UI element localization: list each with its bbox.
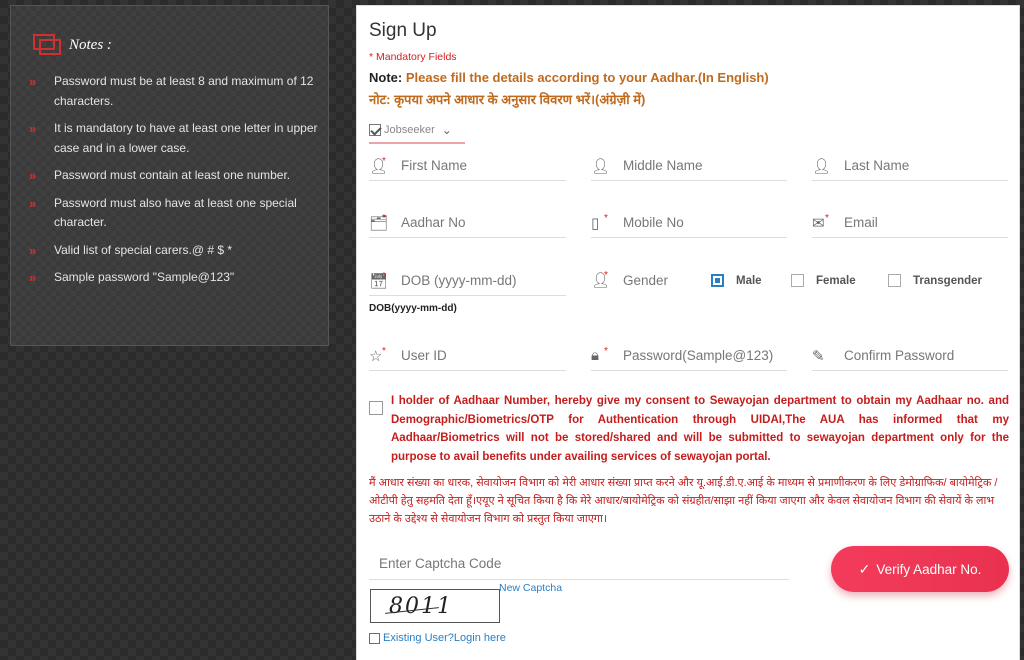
aadhar-field[interactable]: 🗂︎ * Aadhar No bbox=[369, 208, 566, 238]
radio-unselected[interactable] bbox=[791, 274, 804, 287]
notes-title: Notes : bbox=[69, 36, 112, 53]
first-name-field[interactable]: 👤︎ * First Name bbox=[369, 151, 566, 181]
calendar-icon: 📅︎ * bbox=[369, 270, 389, 290]
edit-icon bbox=[369, 632, 380, 644]
user-id-field[interactable]: ☆ * User ID bbox=[369, 341, 566, 371]
consent-text-english: I holder of Aadhaar Number, hereby give … bbox=[391, 395, 1009, 463]
envelope-icon: ✉︎ * bbox=[812, 212, 829, 232]
check-icon: ✓ bbox=[858, 560, 871, 577]
new-captcha-link[interactable]: New Captcha bbox=[499, 582, 562, 594]
checkbox-icon bbox=[369, 124, 381, 136]
role-dropdown[interactable]: Jobseeker ⌄ bbox=[369, 118, 465, 144]
note-item: » It is mandatory to have at least one le… bbox=[29, 119, 324, 158]
chevron-right-icon: » bbox=[29, 168, 37, 183]
note-item: » Password must also have at least one sp… bbox=[29, 194, 324, 233]
form-title: Sign Up bbox=[369, 20, 437, 41]
mobile-field[interactable]: ▯ * Mobile No bbox=[591, 208, 787, 238]
radio-unselected[interactable] bbox=[888, 274, 901, 287]
notes-icon bbox=[33, 34, 63, 56]
user-icon: 👤︎ bbox=[591, 157, 611, 175]
captcha-image: 8011 bbox=[370, 589, 500, 623]
gender-female-option[interactable]: Female bbox=[791, 274, 856, 287]
user-icon: 👤︎ * bbox=[591, 270, 611, 289]
middle-name-field[interactable]: 👤︎ Middle Name bbox=[591, 151, 787, 181]
id-card-icon: 🗂︎ * bbox=[369, 212, 389, 232]
consent-checkbox[interactable] bbox=[369, 401, 383, 415]
email-field[interactable]: ✉︎ * Email bbox=[812, 208, 1008, 238]
last-name-field[interactable]: 👤︎ Last Name bbox=[812, 151, 1008, 181]
star-icon: ☆ * bbox=[369, 345, 386, 365]
gender-transgender-option[interactable]: Transgender bbox=[888, 274, 982, 287]
lock-icon: 🔒︎ * bbox=[591, 345, 608, 365]
chevron-down-icon: ⌄ bbox=[441, 123, 452, 137]
chevron-right-icon: » bbox=[29, 121, 37, 136]
existing-user-login-link[interactable]: Existing User?Login here bbox=[369, 632, 506, 644]
dob-field[interactable]: 📅︎ * DOB (yyyy-mm-dd) bbox=[369, 266, 566, 296]
pencil-icon: ✎ bbox=[812, 347, 825, 365]
signup-form: Sign Up * Mandatory Fields Note: Please … bbox=[356, 5, 1020, 660]
mandatory-note: * Mandatory Fields bbox=[369, 51, 457, 63]
notes-header: Notes : bbox=[33, 34, 112, 56]
note-item: » Valid list of special carers.@ # $ * bbox=[29, 241, 324, 261]
user-icon: 👤︎ bbox=[812, 157, 832, 175]
note-item: » Password must contain at least one numb… bbox=[29, 166, 324, 186]
dob-hint: DOB(yyyy-mm-dd) bbox=[369, 303, 457, 314]
gender-label: 👤︎ * Gender bbox=[591, 270, 669, 289]
note-hindi: नोट: कृपया अपने आधार के अनुसार विवरण भरे… bbox=[369, 92, 646, 107]
chevron-right-icon: » bbox=[29, 195, 37, 211]
gender-male-option[interactable]: Male bbox=[711, 274, 762, 287]
notes-list: » Password must be at least 8 and maximum… bbox=[29, 72, 324, 296]
radio-selected[interactable] bbox=[711, 274, 724, 287]
captcha-input[interactable]: Enter Captcha Code bbox=[369, 548, 789, 580]
confirm-password-field[interactable]: ✎ Confirm Password bbox=[812, 341, 1008, 371]
mobile-icon: ▯ * bbox=[591, 212, 608, 232]
password-field[interactable]: 🔒︎ * Password(Sample@123) bbox=[591, 341, 787, 371]
chevron-right-icon: » bbox=[29, 74, 37, 89]
note-english: Note: Please fill the details according … bbox=[369, 70, 769, 85]
consent-text-hindi: मैं आधार संख्या का धारक, सेवायोजन विभाग … bbox=[369, 477, 998, 525]
chevron-right-icon: » bbox=[29, 270, 37, 285]
chevron-right-icon: » bbox=[29, 242, 37, 258]
note-item: » Sample password "Sample@123" bbox=[29, 268, 324, 288]
user-icon: 👤︎ * bbox=[369, 155, 389, 175]
notes-panel: Notes : » Password must be at least 8 and… bbox=[10, 5, 329, 346]
note-item: » Password must be at least 8 and maximum… bbox=[29, 72, 324, 111]
verify-aadhar-button[interactable]: ✓ Verify Aadhar No. bbox=[831, 546, 1009, 592]
